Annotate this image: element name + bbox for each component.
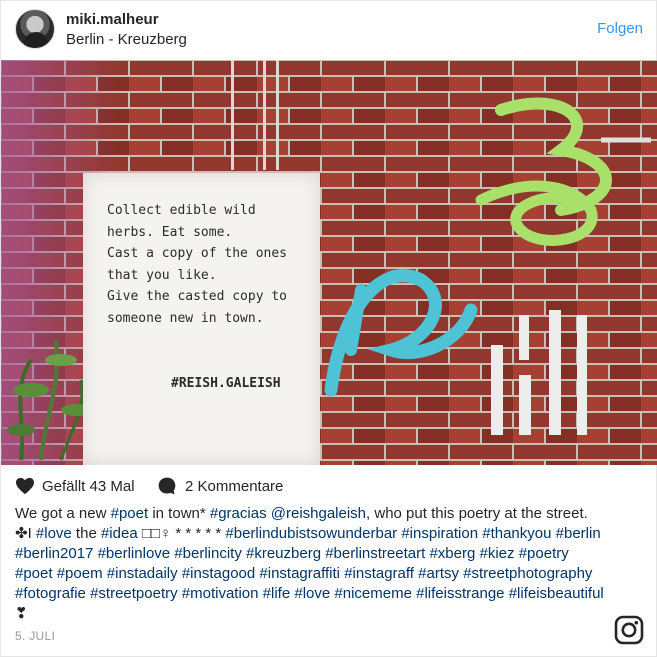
hashtag-link[interactable]: #love [36,525,72,542]
hashtag-link[interactable]: #instagraffiti [259,565,340,582]
hashtag-link[interactable]: #instadaily [107,565,178,582]
hashtag-link[interactable]: #love [294,585,330,602]
hashtag-link[interactable]: #xberg [429,545,475,562]
username[interactable]: miki.malheur [66,11,159,28]
post-header: miki.malheur Berlin - Kreuzberg Folgen [1,1,656,60]
heart-icon[interactable] [15,477,35,495]
post-date: 5. JULI [15,629,56,643]
hashtag-link[interactable]: @reishgaleish [271,505,366,522]
hashtag-link[interactable]: #berlincity [174,545,242,562]
caption-text: the [71,525,101,542]
avatar[interactable] [15,9,55,49]
hashtag-link[interactable]: #poetry [519,545,569,562]
hashtag-link[interactable]: #motivation [182,585,259,602]
hashtag-link[interactable]: #kreuzberg [246,545,321,562]
hashtag-link[interactable]: #poet [15,565,53,582]
hashtag-link[interactable]: #idea [101,525,138,542]
hashtag-link[interactable]: #streetpoetry [90,585,178,602]
post-photo[interactable]: Collect edible wild herbs. Eat some. Cas… [1,60,657,465]
post-actions: Gefällt 43 Mal 2 Kommentare [1,471,656,501]
hashtag-link[interactable]: #lifeisbeautiful [509,585,604,602]
hashtag-link[interactable]: #berlin [556,525,601,542]
hashtag-link[interactable]: #life [263,585,291,602]
hashtag-link[interactable]: #artsy [418,565,459,582]
hashtag-link[interactable]: #streetphotography [463,565,592,582]
poster-text: Collect edible wild herbs. Eat some. Cas… [107,203,288,326]
caption-text: in town* [148,505,210,522]
post-caption: We got a new #poet in town* #gracias @re… [15,504,607,624]
instagram-post: miki.malheur Berlin - Kreuzberg Folgen C… [0,0,657,657]
hashtag-link[interactable]: #gracias [210,505,267,522]
hashtag-link[interactable]: #kiez [480,545,515,562]
hashtag-link[interactable]: #inspiration [401,525,478,542]
hashtag-link[interactable]: #instagraff [344,565,414,582]
like-count[interactable]: Gefällt 43 Mal [42,478,135,495]
comment-count[interactable]: 2 Kommentare [185,478,283,495]
follow-button[interactable]: Folgen [597,20,643,37]
hashtag-link[interactable]: #berlin2017 [15,545,93,562]
instagram-icon[interactable] [614,615,644,645]
hashtag-link[interactable]: #thankyou [482,525,551,542]
location[interactable]: Berlin - Kreuzberg [66,31,187,48]
caption-text: □□♀ * * * * * [137,525,226,542]
hashtag-link[interactable]: #poem [57,565,103,582]
caption-text: We got a new [15,505,111,522]
hashtag-link[interactable]: #nicememe [334,585,412,602]
caption-text: ❣ [15,605,28,622]
hashtag-link[interactable]: #berlinstreetart [325,545,425,562]
hashtag-link[interactable]: #instagood [182,565,255,582]
poster-tag: #REISH.GALEISH [171,376,281,391]
hashtag-link[interactable]: #berlinlove [98,545,171,562]
hashtag-link[interactable]: #poet [111,505,149,522]
comment-icon[interactable] [157,476,177,496]
hashtag-link[interactable]: #fotografie [15,585,86,602]
hashtag-link[interactable]: #lifeisstrange [416,585,504,602]
hashtag-link[interactable]: #berlindubistsowunderbar [225,525,397,542]
poetry-poster: Collect edible wild herbs. Eat some. Cas… [83,173,320,465]
